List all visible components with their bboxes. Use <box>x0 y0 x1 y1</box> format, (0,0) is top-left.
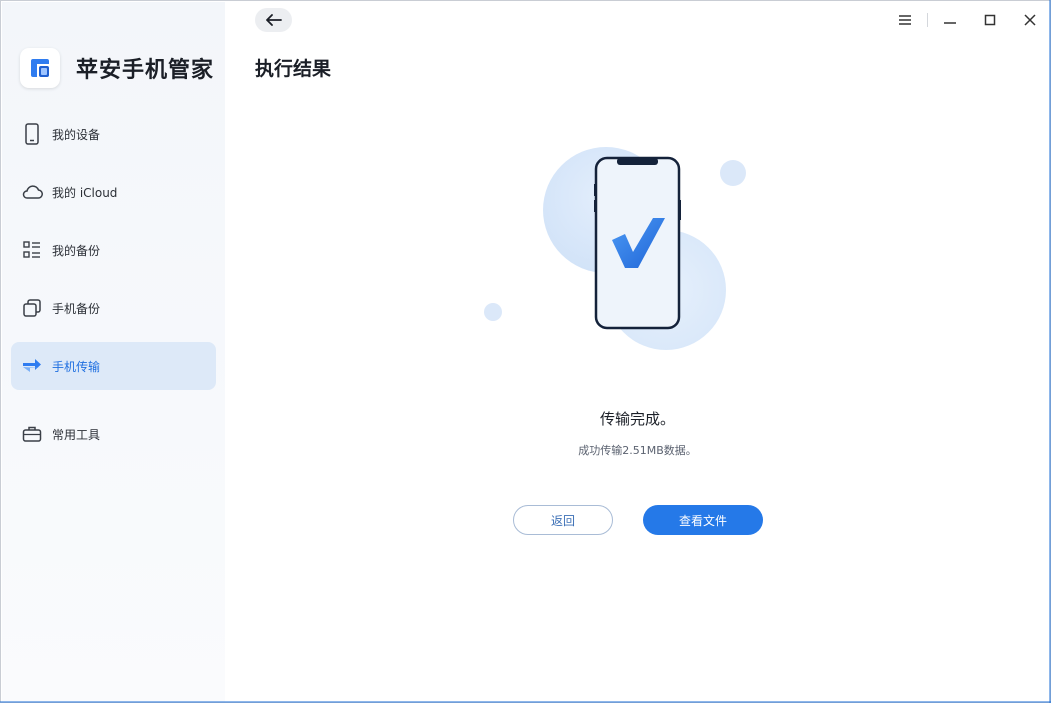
menu-button[interactable] <box>885 2 925 38</box>
transfer-icon <box>21 355 43 377</box>
sidebar-item-phone-backup[interactable]: 手机备份 <box>11 284 216 332</box>
app-window: 苹安手机管家 我的设备 我的 iCloud 我的备份 手机备份 手机传输 常用工… <box>0 0 1051 703</box>
main-panel: 执行结果 传输完成。 成功传输2.51MB数据。 返回 查看文件 <box>225 2 1050 702</box>
sidebar-item-label: 我的备份 <box>52 243 101 258</box>
close-button[interactable] <box>1010 2 1050 38</box>
sidebar-item-label: 手机传输 <box>52 359 101 374</box>
view-files-button[interactable]: 查看文件 <box>643 505 763 535</box>
app-logo <box>20 48 60 88</box>
sidebar-item-label: 我的 iCloud <box>52 185 118 200</box>
phone-icon <box>21 123 43 145</box>
copy-icon <box>21 297 43 319</box>
list-icon <box>21 239 43 261</box>
sidebar-item-label: 我的设备 <box>52 127 101 142</box>
arrow-left-icon <box>265 11 282 30</box>
divider <box>927 13 928 27</box>
success-phone-illustration <box>475 142 755 362</box>
sidebar: 苹安手机管家 我的设备 我的 iCloud 我的备份 手机备份 手机传输 常用工… <box>2 2 225 702</box>
sidebar-item-my-device[interactable]: 我的设备 <box>11 110 216 158</box>
window-controls <box>885 2 1050 38</box>
menu-icon <box>898 11 912 30</box>
sidebar-item-my-backup[interactable]: 我的备份 <box>11 226 216 274</box>
brand: 苹安手机管家 <box>20 47 214 89</box>
sidebar-item-label: 常用工具 <box>52 427 101 442</box>
app-name: 苹安手机管家 <box>76 58 215 83</box>
toolbox-icon <box>21 423 43 445</box>
sidebar-item-tools[interactable]: 常用工具 <box>11 410 216 458</box>
maximize-icon <box>984 11 996 30</box>
result-subtitle: 成功传输2.51MB数据。 <box>578 444 697 457</box>
maximize-button[interactable] <box>970 2 1010 38</box>
page-title: 执行结果 <box>255 58 332 80</box>
minimize-button[interactable] <box>930 2 970 38</box>
sidebar-item-my-icloud[interactable]: 我的 iCloud <box>11 168 216 216</box>
return-button[interactable]: 返回 <box>513 505 613 535</box>
close-icon <box>1024 11 1036 30</box>
sidebar-item-phone-transfer[interactable]: 手机传输 <box>11 342 216 390</box>
result-title: 传输完成。 <box>599 410 675 428</box>
back-arrow-button[interactable] <box>255 8 292 32</box>
sidebar-item-label: 手机备份 <box>52 301 101 316</box>
minimize-icon <box>943 11 957 30</box>
cloud-icon <box>21 181 43 203</box>
